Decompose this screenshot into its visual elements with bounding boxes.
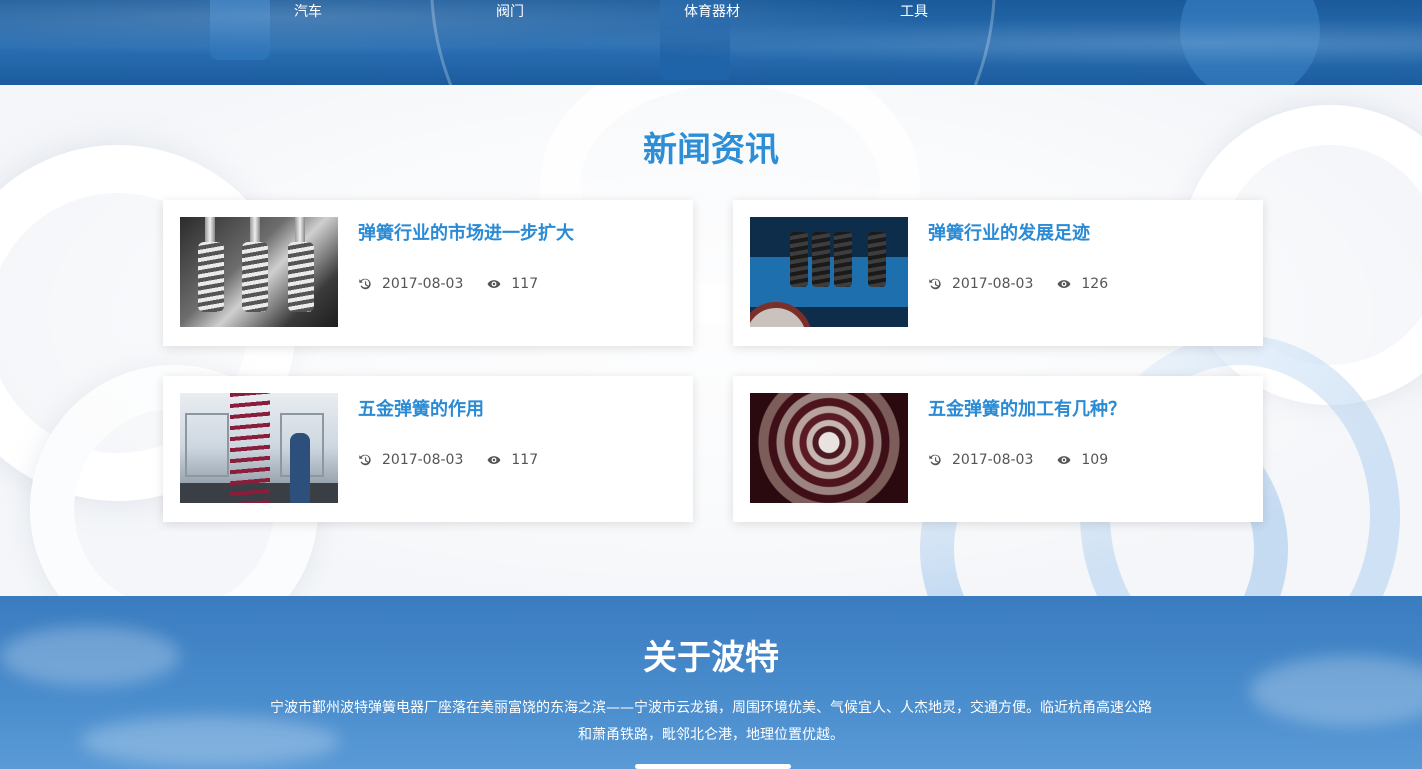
about-description: 宁波市鄞州波特弹簧电器厂座落在美丽富饶的东海之滨——宁波市云龙镇，周围环境优美、… [261, 695, 1161, 749]
news-views: 117 [511, 276, 539, 292]
news-title-link[interactable]: 五金弹簧的作用 [358, 398, 484, 422]
eye-icon [1057, 280, 1071, 288]
about-section: 关于波特 宁波市鄞州波特弹簧电器厂座落在美丽富饶的东海之滨——宁波市云龙镇，周围… [0, 596, 1422, 769]
history-clock-icon [359, 454, 371, 466]
news-meta: 2017-08-03 117 [358, 451, 538, 469]
news-views: 117 [511, 452, 539, 468]
news-thumbnail[interactable] [750, 393, 908, 503]
news-date: 2017-08-03 [382, 452, 464, 468]
news-card[interactable]: 弹簧行业的市场进一步扩大 2017-08-03 117 [163, 200, 693, 346]
more-button[interactable] [635, 764, 791, 769]
news-meta: 2017-08-03 109 [928, 451, 1108, 469]
news-title-link[interactable]: 弹簧行业的发展足迹 [928, 222, 1090, 246]
news-date: 2017-08-03 [382, 276, 464, 292]
top-banner: 汽车 阀门 体育器材 工具 [0, 0, 1422, 85]
news-section: 新闻资讯 弹簧行业的市场进一步扩大 2017-08-03 117 弹簧行业的发展… [0, 85, 1422, 596]
history-clock-icon [929, 454, 941, 466]
about-line: 宁波市鄞州波特弹簧电器厂座落在美丽富饶的东海之滨——宁波市云龙镇，周围环境优美、… [270, 700, 1152, 716]
news-thumbnail[interactable] [750, 217, 908, 327]
news-views: 109 [1081, 452, 1109, 468]
nav-item-auto[interactable]: 汽车 [294, 3, 322, 21]
news-thumbnail[interactable] [180, 217, 338, 327]
about-section-title: 关于波特 [643, 638, 779, 678]
eye-icon [1057, 456, 1071, 464]
news-meta: 2017-08-03 126 [928, 275, 1108, 293]
news-card[interactable]: 五金弹簧的加工有几种？ 2017-08-03 109 [733, 376, 1263, 522]
nav-item-tools[interactable]: 工具 [900, 3, 928, 21]
news-section-title: 新闻资讯 [643, 130, 779, 170]
news-title-link[interactable]: 弹簧行业的市场进一步扩大 [358, 222, 574, 246]
history-clock-icon [929, 278, 941, 290]
nav-item-sports[interactable]: 体育器材 [684, 3, 740, 21]
history-clock-icon [359, 278, 371, 290]
eye-icon [487, 456, 501, 464]
news-title-link[interactable]: 五金弹簧的加工有几种？ [928, 398, 1126, 422]
news-thumbnail[interactable] [180, 393, 338, 503]
nav-item-valve[interactable]: 阀门 [496, 3, 524, 21]
eye-icon [487, 280, 501, 288]
news-date: 2017-08-03 [952, 452, 1034, 468]
news-meta: 2017-08-03 117 [358, 275, 538, 293]
news-date: 2017-08-03 [952, 276, 1034, 292]
news-card[interactable]: 五金弹簧的作用 2017-08-03 117 [163, 376, 693, 522]
news-views: 126 [1081, 276, 1109, 292]
news-card[interactable]: 弹簧行业的发展足迹 2017-08-03 126 [733, 200, 1263, 346]
about-line: 和萧甬铁路，毗邻北仑港，地理位置优越。 [578, 727, 844, 743]
